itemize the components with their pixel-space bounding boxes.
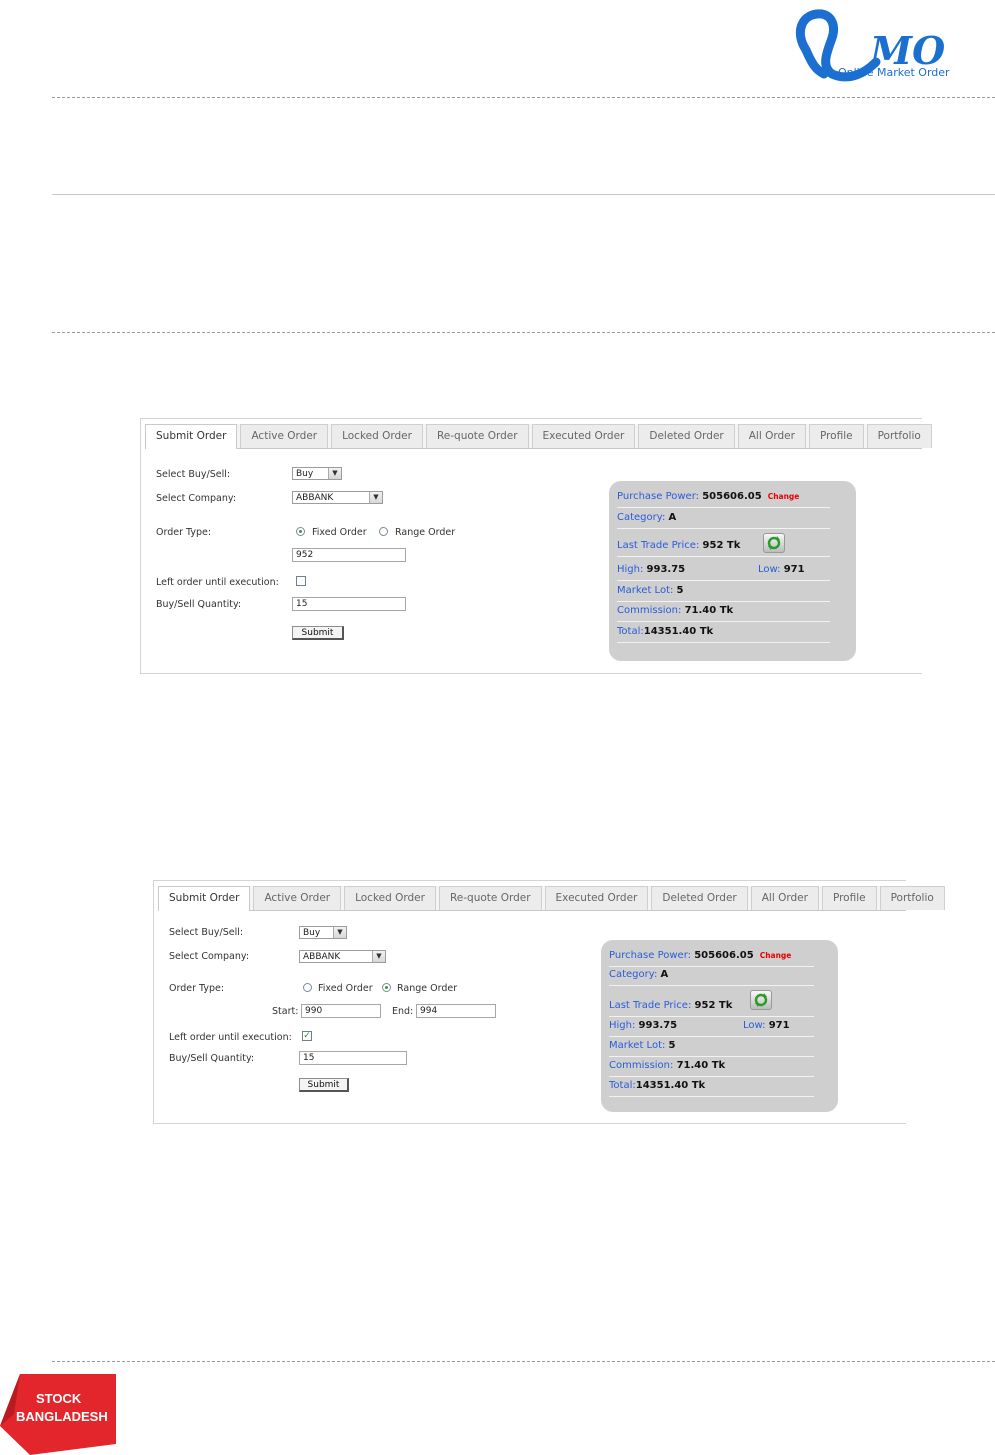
left-order-checkbox[interactable]: ✓ (302, 1031, 312, 1041)
company-select[interactable]: ABBANK ▼ (292, 491, 383, 504)
refresh-icon[interactable] (750, 990, 772, 1010)
fixed-order-radio[interactable] (296, 527, 305, 536)
company-label: Select Company: (169, 951, 250, 962)
order-panel-fixed: Submit Order Active Order Locked Order R… (140, 418, 932, 674)
tab-portfolio[interactable]: Portfolio (879, 886, 945, 910)
order-tabs: Submit Order Active Order Locked Order R… (145, 424, 932, 449)
momo-logo: MO Online Market Order (796, 9, 950, 82)
tab-deleted-order[interactable]: Deleted Order (651, 886, 748, 910)
market-lot-row: Market Lot: 5 (617, 581, 830, 602)
chevron-down-icon: ▼ (328, 468, 341, 479)
submit-button[interactable]: Submit (292, 626, 344, 640)
order-type-label: Order Type: (156, 527, 212, 538)
purchase-power-row: Purchase Power: 505606.05 Change (617, 487, 830, 508)
category-row: Category: A (617, 508, 830, 529)
quantity-input[interactable]: 15 (299, 1051, 407, 1065)
divider (52, 332, 995, 333)
fixed-order-label: Fixed Order (312, 527, 367, 538)
tab-requote-order[interactable]: Re-quote Order (438, 886, 542, 910)
range-order-label: Range Order (397, 983, 458, 994)
left-order-label: Left order until execution: (156, 577, 279, 588)
stock-info-box: Purchase Power: 505606.05 Change Category… (609, 481, 856, 661)
quantity-label: Buy/Sell Quantity: (169, 1053, 255, 1064)
commission-row: Commission: 71.40 Tk (617, 601, 830, 622)
order-panel-range: Submit Order Active Order Locked Order R… (153, 880, 945, 1124)
order-type-label: Order Type: (169, 983, 225, 994)
left-order-label: Left order until execution: (169, 1032, 292, 1043)
logo-tagline: Online Market Order (838, 66, 950, 79)
change-link[interactable]: Change (760, 951, 792, 960)
stock-bangladesh-logo: STOCK BANGLADESH (0, 1374, 116, 1455)
price-input[interactable]: 952 (292, 548, 406, 562)
quantity-input[interactable]: 15 (292, 597, 406, 611)
tab-submit-order[interactable]: Submit Order (158, 886, 251, 911)
tab-submit-order[interactable]: Submit Order (145, 424, 238, 449)
tab-portfolio[interactable]: Portfolio (866, 424, 932, 448)
divider (52, 97, 995, 98)
submit-button[interactable]: Submit (299, 1078, 349, 1092)
tab-profile[interactable]: Profile (808, 424, 864, 448)
buy-sell-label: Select Buy/Sell: (156, 469, 231, 480)
tab-executed-order[interactable]: Executed Order (544, 886, 649, 910)
tab-active-order[interactable]: Active Order (253, 886, 342, 910)
badge-line1: STOCK (36, 1391, 82, 1406)
total-row: Total:14351.40 Tk (609, 1076, 814, 1097)
end-input[interactable]: 994 (416, 1004, 496, 1018)
high-low-row: High: 993.75 Low: 971 (617, 560, 830, 581)
fixed-order-label: Fixed Order (318, 983, 373, 994)
buy-sell-label: Select Buy/Sell: (169, 927, 244, 938)
start-label: Start: (272, 1006, 299, 1017)
buy-sell-select[interactable]: Buy ▼ (292, 467, 342, 480)
category-row: Category: A (609, 965, 814, 986)
quantity-label: Buy/Sell Quantity: (156, 599, 242, 610)
divider (52, 1361, 995, 1362)
start-input[interactable]: 990 (301, 1004, 381, 1018)
badge-line2: BANGLADESH (16, 1409, 108, 1424)
total-row: Total:14351.40 Tk (617, 622, 830, 643)
tab-deleted-order[interactable]: Deleted Order (638, 424, 735, 448)
tab-profile[interactable]: Profile (821, 886, 877, 910)
order-tabs: Submit Order Active Order Locked Order R… (158, 886, 945, 911)
chevron-down-icon: ▼ (333, 927, 346, 938)
chevron-down-icon: ▼ (372, 951, 385, 962)
commission-row: Commission: 71.40 Tk (609, 1056, 814, 1077)
chevron-down-icon: ▼ (369, 492, 382, 503)
change-link[interactable]: Change (768, 492, 800, 501)
purchase-power-row: Purchase Power: 505606.05 Change (609, 946, 814, 967)
company-select[interactable]: ABBANK ▼ (299, 950, 386, 963)
fixed-order-radio[interactable] (303, 983, 312, 992)
end-label: End: (392, 1006, 414, 1017)
last-trade-row: Last Trade Price: 952 Tk (609, 996, 814, 1017)
tab-requote-order[interactable]: Re-quote Order (425, 424, 529, 448)
tab-all-order[interactable]: All Order (737, 424, 806, 448)
tab-all-order[interactable]: All Order (750, 886, 819, 910)
company-label: Select Company: (156, 493, 237, 504)
divider (52, 194, 995, 195)
left-order-checkbox[interactable] (296, 576, 306, 586)
buy-sell-select[interactable]: Buy ▼ (299, 926, 347, 939)
tab-executed-order[interactable]: Executed Order (531, 424, 636, 448)
tab-locked-order[interactable]: Locked Order (331, 424, 423, 448)
tab-locked-order[interactable]: Locked Order (344, 886, 436, 910)
range-order-radio[interactable] (379, 527, 388, 536)
last-trade-row: Last Trade Price: 952 Tk (617, 536, 830, 557)
high-low-row: High: 993.75 Low: 971 (609, 1016, 814, 1037)
refresh-icon[interactable] (763, 533, 785, 553)
tab-active-order[interactable]: Active Order (240, 424, 329, 448)
market-lot-row: Market Lot: 5 (609, 1036, 814, 1057)
range-order-label: Range Order (395, 527, 456, 538)
range-order-radio[interactable] (382, 983, 391, 992)
stock-info-box: Purchase Power: 505606.05 Change Category… (601, 940, 838, 1112)
